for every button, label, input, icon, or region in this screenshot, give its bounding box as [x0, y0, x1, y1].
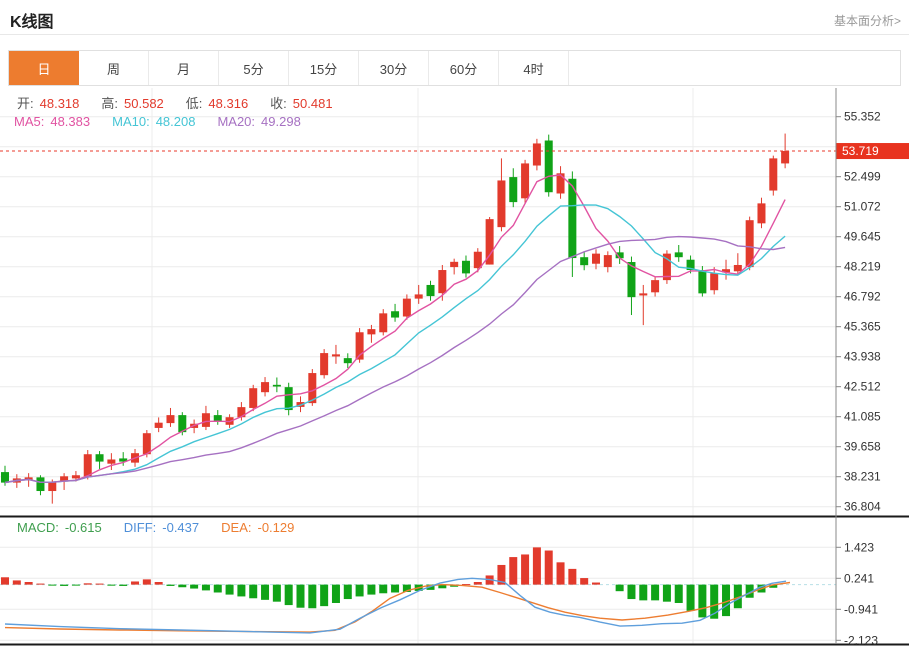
svg-text:45.365: 45.365: [844, 320, 881, 334]
tab-5分[interactable]: 5分: [219, 51, 289, 85]
legend-item: MA10: 48.208: [112, 114, 196, 129]
legend-item: 低: 48.316: [185, 96, 249, 111]
ma-legend: MA5: 48.383 MA10: 48.208 MA20: 49.298: [14, 114, 323, 129]
current-price-badge: 53.719: [836, 143, 909, 160]
macd-axis-labels: 1.423 0.241 -0.941 -2.123: [836, 540, 878, 647]
kline-widget: K线图 基本面分析> 日周月 5分 15分 30分 60分 4时 55.352 52.499…: [0, 0, 909, 650]
tab-周[interactable]: 周: [79, 51, 149, 85]
svg-text:51.072: 51.072: [844, 200, 881, 214]
ma10-line: [4, 204, 786, 484]
legend-item: MA5: 48.383: [14, 114, 91, 129]
vertical-gridlines: [151, 88, 694, 644]
svg-text:49.645: 49.645: [844, 230, 881, 244]
fundamental-analysis-link[interactable]: 基本面分析>: [834, 12, 901, 29]
svg-text:38.231: 38.231: [844, 470, 881, 484]
svg-text:-0.941: -0.941: [844, 602, 878, 616]
legend-item: DIFF: -0.437: [123, 520, 200, 535]
price-axis-labels: 55.352 52.499 51.072 49.645 48.219 46.792 45.3…: [836, 110, 881, 514]
tab-4时[interactable]: 4时: [499, 51, 569, 85]
tab-30分[interactable]: 30分: [359, 51, 429, 85]
macd-histogram: [1, 547, 778, 619]
legend-item: MACD: -0.615: [17, 520, 102, 535]
candles: [1, 133, 790, 504]
svg-text:42.512: 42.512: [844, 380, 881, 394]
legend-item: DEA: -0.129: [221, 520, 295, 535]
svg-text:46.792: 46.792: [844, 290, 881, 304]
legend-item: 开: 48.318: [17, 96, 80, 111]
tab-15分[interactable]: 15分: [289, 51, 359, 85]
legend-item: MA20: 49.298: [217, 114, 301, 129]
ma5-line: [4, 174, 786, 484]
svg-text:43.938: 43.938: [844, 350, 881, 364]
svg-text:55.352: 55.352: [844, 110, 881, 124]
legend-item: 收: 50.481: [270, 96, 333, 111]
svg-text:36.804: 36.804: [844, 500, 881, 514]
page-title: K线图: [10, 14, 54, 31]
macd-legend: MACD: -0.615 DIFF: -0.437 DEA: -0.129: [17, 520, 316, 535]
svg-text:41.085: 41.085: [844, 410, 881, 424]
svg-text:48.219: 48.219: [844, 260, 881, 274]
header-divider: [0, 34, 909, 35]
svg-text:-2.123: -2.123: [844, 633, 878, 647]
svg-text:52.499: 52.499: [844, 170, 881, 184]
svg-text:0.241: 0.241: [844, 571, 874, 585]
legend-item: 高: 50.582: [101, 96, 164, 111]
svg-text:1.423: 1.423: [844, 540, 874, 554]
tab-bar-filler: [569, 51, 900, 85]
tab-day[interactable]: 日: [9, 51, 79, 85]
svg-text:53.719: 53.719: [842, 144, 879, 158]
tab-月[interactable]: 月: [149, 51, 219, 85]
interval-tab-bar: 日周月 5分 15分 30分 60分 4时: [8, 50, 901, 86]
svg-text:39.658: 39.658: [844, 440, 881, 454]
ohlc-legend: 开: 48.318 高: 50.582 低: 48.316 收: 50.481: [17, 93, 355, 112]
tab-60分[interactable]: 60分: [429, 51, 499, 85]
